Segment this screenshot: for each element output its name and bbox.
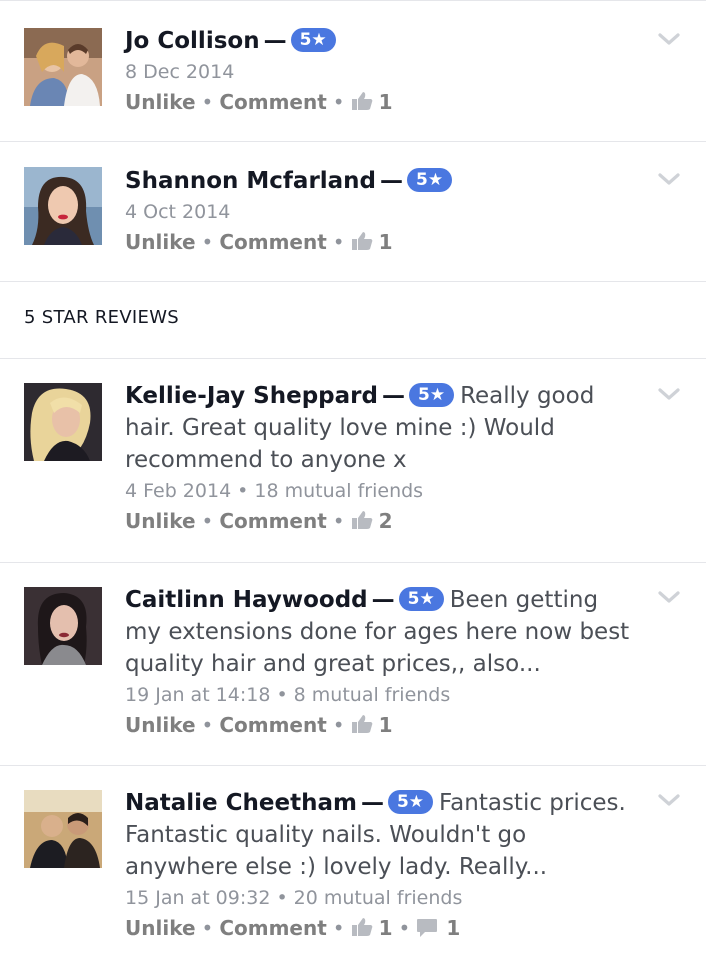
review-actions: Unlike • Comment • 1 [125,710,640,740]
reviewer-name[interactable]: Kellie-Jay Sheppard [125,383,378,409]
rating-badge: 5★ [387,790,434,814]
dot-separator: • [237,480,249,502]
review-header: Natalie Cheetham —5★ Fantastic prices. Fan… [125,787,640,883]
mutual-friends[interactable]: 18 mutual friends [254,480,423,502]
mutual-friends[interactable]: 20 mutual friends [294,887,463,909]
unlike-link[interactable]: Unlike [125,90,196,114]
dash-separator: — [381,383,405,409]
review-header: Shannon Mcfarland —5★ [125,165,640,197]
dot-separator: • [332,509,345,533]
dash-separator: — [360,790,384,816]
rating-badge: 5★ [408,383,455,407]
mutual-friends[interactable]: 8 mutual friends [294,684,451,706]
dot-separator: • [201,230,214,254]
reviewer-name[interactable]: Caitlinn Haywoodd [125,587,368,613]
avatar[interactable] [24,790,102,868]
thumbs-up-icon[interactable] [351,712,373,733]
avatar[interactable] [24,587,102,665]
dot-separator: • [332,90,345,114]
dot-separator: • [276,684,288,706]
chevron-down-icon[interactable] [658,590,680,604]
comment-link[interactable]: Comment [219,713,326,737]
dot-separator: • [201,90,214,114]
thumbs-up-icon[interactable] [351,915,373,936]
review-meta: 4 Feb 2014 • 18 mutual friends [125,476,640,506]
thumbs-up-icon[interactable] [351,508,373,529]
chevron-down-icon[interactable] [658,32,680,46]
reviewer-name[interactable]: Natalie Cheetham [125,790,357,816]
comment-link[interactable]: Comment [219,509,326,533]
review-item: Caitlinn Haywoodd —5★ Been getting my exte… [0,563,706,766]
unlike-link[interactable]: Unlike [125,509,196,533]
like-count[interactable]: 2 [379,509,393,533]
review-date[interactable]: 15 Jan at 09:32 [125,887,270,909]
thumbs-up-icon[interactable] [351,89,373,110]
review-date[interactable]: 8 Dec 2014 [125,57,640,87]
rating-badge: 5★ [290,28,336,52]
rating-badge: 5★ [407,168,453,192]
avatar[interactable] [24,167,102,245]
dash-separator: — [371,587,395,613]
review-date[interactable]: 4 Oct 2014 [125,197,640,227]
review-meta: 15 Jan at 09:32 • 20 mutual friends [125,883,640,913]
review-item: Shannon Mcfarland —5★ 4 Oct 2014 Unlike • C… [0,142,706,282]
review-date[interactable]: 4 Feb 2014 [125,480,231,502]
review-date[interactable]: 19 Jan at 14:18 [125,684,270,706]
review-item: Kellie-Jay Sheppard —5★ Really good hair. … [0,359,706,563]
review-meta: 19 Jan at 14:18 • 8 mutual friends [125,680,640,710]
dot-separator: • [201,916,214,940]
dot-separator: • [201,713,214,737]
comment-link[interactable]: Comment [219,916,326,940]
review-actions: Unlike • Comment • 1 [125,227,640,257]
like-count[interactable]: 1 [379,90,393,114]
like-count[interactable]: 1 [379,916,393,940]
unlike-link[interactable]: Unlike [125,230,196,254]
comment-link[interactable]: Comment [219,230,326,254]
dash-separator: — [263,28,287,54]
review-item: Jo Collison —5★ 8 Dec 2014 Unlike • Comment… [0,1,706,142]
avatar[interactable] [24,28,102,106]
rating-badge: 5★ [398,587,444,611]
reviewer-name[interactable]: Jo Collison [125,28,260,54]
reviews-page: Jo Collison —5★ 8 Dec 2014 Unlike • Comment… [0,0,706,966]
review-actions: Unlike • Comment • 1 [125,87,640,117]
unlike-link[interactable]: Unlike [125,713,196,737]
dot-separator: • [201,509,214,533]
review-actions: Unlike • Comment • 2 [125,506,640,536]
comment-link[interactable]: Comment [219,90,326,114]
chevron-down-icon[interactable] [658,793,680,807]
dot-separator: • [398,916,411,940]
comment-count[interactable]: 1 [446,916,460,940]
dot-separator: • [332,230,345,254]
chevron-down-icon[interactable] [658,387,680,401]
dash-separator: — [380,168,404,194]
unlike-link[interactable]: Unlike [125,916,196,940]
like-count[interactable]: 1 [379,713,393,737]
dot-separator: • [276,887,288,909]
comment-bubble-icon[interactable] [416,916,438,937]
review-header: Caitlinn Haywoodd —5★ Been getting my exte… [125,584,640,680]
review-item: Natalie Cheetham —5★ Fantastic prices. Fan… [0,766,706,966]
thumbs-up-icon[interactable] [351,229,373,250]
reviewer-name[interactable]: Shannon Mcfarland [125,168,376,194]
avatar[interactable] [24,383,102,461]
review-header: Jo Collison —5★ [125,25,640,57]
like-count[interactable]: 1 [379,230,393,254]
chevron-down-icon[interactable] [658,172,680,186]
dot-separator: • [332,713,345,737]
section-title: 5 STAR REVIEWS [0,282,706,359]
review-header: Kellie-Jay Sheppard —5★ Really good hair. … [125,380,640,476]
review-actions: Unlike • Comment • 1 • 1 [125,913,640,943]
dot-separator: • [332,916,345,940]
